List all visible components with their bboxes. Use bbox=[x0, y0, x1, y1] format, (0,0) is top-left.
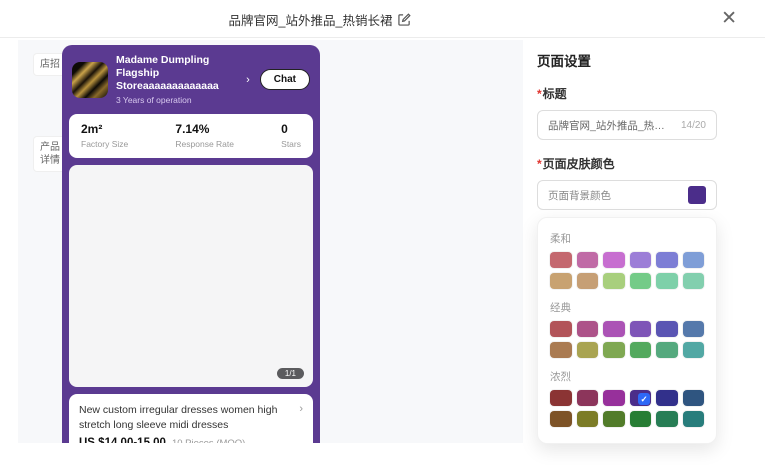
product-price: US $14.00-15.00 bbox=[79, 437, 166, 443]
color-palette-dropdown: 柔和 经典 浓烈 ✓ bbox=[537, 217, 717, 444]
color-swatch[interactable] bbox=[603, 252, 625, 268]
palette-grid-classic bbox=[550, 321, 704, 358]
stat-response-rate: 7.14% Response Rate bbox=[175, 122, 234, 149]
store-logo bbox=[72, 62, 108, 98]
page-editor-dialog: 品牌官网_站外推品_热销长裙 ✕ 店招 产品 详情 Madame Dumplin… bbox=[0, 0, 765, 465]
page-settings-panel: 页面设置 *标题 品牌官网_站外推品_热销长裙 14/20 *页面皮肤颜色 页面… bbox=[537, 50, 717, 444]
palette-grid-strong: ✓ bbox=[550, 390, 704, 427]
color-swatch[interactable] bbox=[630, 273, 652, 289]
color-swatch[interactable] bbox=[683, 411, 705, 427]
color-swatch[interactable] bbox=[577, 252, 599, 268]
product-moq: 10 Pieces (MOQ) bbox=[172, 438, 245, 443]
store-years: 3 Years of operation bbox=[116, 95, 236, 105]
color-swatch[interactable] bbox=[550, 342, 572, 358]
product-tab-label-2: 详情 bbox=[40, 154, 60, 167]
title-input[interactable]: 品牌官网_站外推品_热销长裙 14/20 bbox=[537, 110, 717, 140]
color-swatch[interactable] bbox=[550, 411, 572, 427]
stat-factory-size: 2m² Factory Size bbox=[81, 122, 128, 149]
background-color-label: 页面背景颜色 bbox=[548, 188, 688, 203]
palette-section-label: 浓烈 bbox=[550, 369, 704, 384]
title-field-label: *标题 bbox=[537, 85, 717, 102]
store-name: Madame Dumpling Flagship Storeaaaaaaaaaa… bbox=[116, 54, 236, 93]
color-swatch[interactable] bbox=[550, 390, 572, 406]
chevron-right-icon[interactable]: › bbox=[246, 74, 250, 86]
color-swatch[interactable] bbox=[630, 411, 652, 427]
color-swatch[interactable] bbox=[656, 390, 678, 406]
color-swatch[interactable] bbox=[630, 321, 652, 337]
color-swatch[interactable] bbox=[577, 342, 599, 358]
dialog-header: 品牌官网_站外推品_热销长裙 ✕ bbox=[0, 0, 765, 38]
char-counter: 14/20 bbox=[681, 120, 706, 131]
color-swatch[interactable] bbox=[656, 411, 678, 427]
product-card[interactable]: New custom irregular dresses women high … bbox=[69, 394, 313, 443]
color-swatch[interactable] bbox=[683, 321, 705, 337]
settings-heading: 页面设置 bbox=[537, 50, 717, 70]
store-stats: 2m² Factory Size 7.14% Response Rate 0 S… bbox=[69, 114, 313, 158]
store-banner-tab-label: 店招 bbox=[40, 59, 60, 70]
color-swatch[interactable] bbox=[550, 273, 572, 289]
color-swatch[interactable] bbox=[603, 321, 625, 337]
color-swatch[interactable] bbox=[656, 273, 678, 289]
chevron-right-icon[interactable]: › bbox=[299, 403, 303, 431]
required-mark: * bbox=[537, 87, 542, 101]
store-header: Madame Dumpling Flagship Storeaaaaaaaaaa… bbox=[62, 45, 320, 112]
color-swatch[interactable] bbox=[603, 273, 625, 289]
color-swatch[interactable] bbox=[577, 411, 599, 427]
skin-field-label: *页面皮肤颜色 bbox=[537, 155, 717, 172]
color-swatch[interactable] bbox=[603, 390, 625, 406]
product-tab-label-1: 产品 bbox=[40, 141, 60, 154]
color-swatch[interactable] bbox=[683, 342, 705, 358]
color-swatch[interactable]: ✓ bbox=[630, 390, 652, 406]
edit-title-icon[interactable] bbox=[398, 13, 411, 26]
color-swatch[interactable] bbox=[577, 390, 599, 406]
product-title: New custom irregular dresses women high … bbox=[79, 403, 295, 431]
color-swatch[interactable] bbox=[577, 321, 599, 337]
color-swatch[interactable] bbox=[550, 252, 572, 268]
banner-image-placeholder[interactable]: 1/1 bbox=[69, 165, 313, 387]
color-swatch[interactable] bbox=[683, 252, 705, 268]
color-swatch[interactable] bbox=[656, 321, 678, 337]
color-swatch[interactable] bbox=[656, 252, 678, 268]
color-swatch[interactable] bbox=[577, 273, 599, 289]
background-color-select[interactable]: 页面背景颜色 bbox=[537, 180, 717, 210]
palette-section-label: 经典 bbox=[550, 300, 704, 315]
current-color-swatch[interactable] bbox=[688, 186, 706, 204]
color-swatch[interactable] bbox=[656, 342, 678, 358]
color-swatch[interactable] bbox=[603, 342, 625, 358]
color-swatch[interactable] bbox=[630, 342, 652, 358]
color-swatch[interactable] bbox=[630, 252, 652, 268]
palette-section-label: 柔和 bbox=[550, 231, 704, 246]
check-icon: ✓ bbox=[638, 393, 650, 405]
stat-stars: 0 Stars bbox=[281, 122, 301, 149]
color-swatch[interactable] bbox=[550, 321, 572, 337]
mobile-preview: Madame Dumpling Flagship Storeaaaaaaaaaa… bbox=[62, 45, 320, 443]
required-mark: * bbox=[537, 157, 542, 171]
title-input-value: 品牌官网_站外推品_热销长裙 bbox=[548, 118, 675, 133]
image-pager-badge: 1/1 bbox=[277, 368, 304, 379]
palette-grid-soft bbox=[550, 252, 704, 289]
close-icon[interactable]: ✕ bbox=[721, 7, 737, 31]
page-title: 品牌官网_站外推品_热销长裙 bbox=[229, 10, 393, 29]
color-swatch[interactable] bbox=[603, 411, 625, 427]
color-swatch[interactable] bbox=[683, 273, 705, 289]
color-swatch[interactable] bbox=[683, 390, 705, 406]
chat-button[interactable]: Chat bbox=[260, 69, 310, 90]
